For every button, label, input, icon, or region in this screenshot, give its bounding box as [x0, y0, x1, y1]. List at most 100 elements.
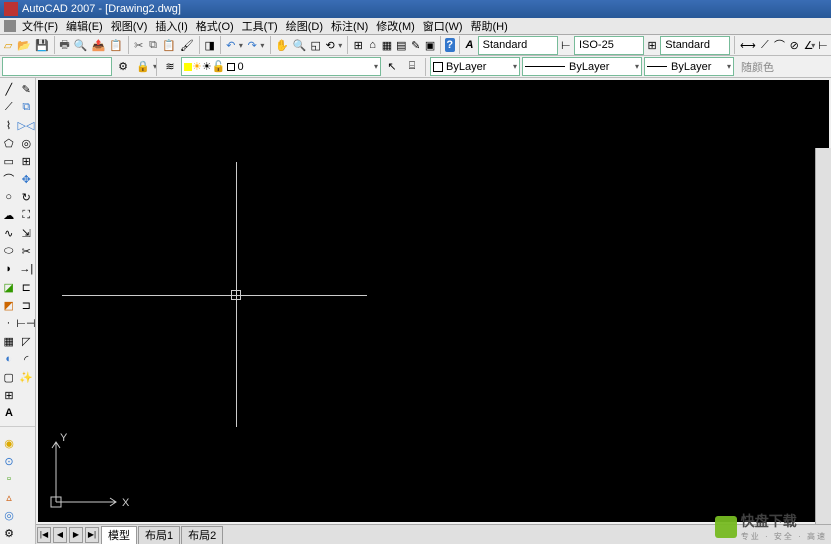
menu-insert[interactable]: 插入(I)	[155, 18, 187, 34]
print-preview-icon[interactable]: 🔍	[73, 36, 89, 54]
zoom-dropdown-icon[interactable]: ▾	[338, 41, 343, 50]
revision-cloud-icon[interactable]: ☁	[1, 207, 17, 223]
menu-help[interactable]: 帮助(H)	[471, 18, 508, 34]
offset-icon[interactable]: ◎	[19, 135, 35, 151]
rotate-icon[interactable]: ↻	[19, 189, 35, 205]
rectangle-icon[interactable]: ▭	[1, 153, 17, 169]
temp-track-icon[interactable]: ◉	[1, 435, 17, 451]
designcenter-icon[interactable]: ⌂	[366, 36, 378, 54]
move-icon[interactable]: ✥	[19, 171, 35, 187]
tool-palette-icon[interactable]: ▦	[381, 36, 393, 54]
dropdown-icon[interactable]: ▾	[727, 62, 731, 71]
osnap-settings-icon[interactable]: ⚙	[1, 525, 17, 541]
menu-modify[interactable]: 修改(M)	[376, 18, 415, 34]
markup-icon[interactable]: ✎	[410, 36, 422, 54]
layer-previous-icon[interactable]: ↖	[383, 58, 401, 76]
layer-combo[interactable]: ☀ ☀ 🔓 0 ▾	[181, 57, 381, 76]
lineweight-combo[interactable]: ByLayer ▾	[644, 57, 734, 76]
copy-icon[interactable]: ⧉	[147, 36, 159, 54]
erase-icon[interactable]: ✎	[19, 81, 35, 97]
bycolor-button[interactable]: 随颜色	[736, 58, 779, 76]
line-icon[interactable]: ╱	[1, 81, 17, 97]
undo-dropdown-icon[interactable]: ▾	[239, 41, 244, 50]
stretch-icon[interactable]: ⇲	[19, 225, 35, 241]
tab-prev-icon[interactable]: ◀	[53, 527, 67, 543]
menu-format[interactable]: 格式(O)	[196, 18, 234, 34]
dropdown-icon[interactable]: ▾	[374, 62, 378, 71]
osnap-endpoint-icon[interactable]: ▫	[1, 471, 17, 487]
trim-icon[interactable]: ✂	[19, 243, 35, 259]
ellipse-icon[interactable]: ⬭	[1, 243, 17, 259]
hatch-icon[interactable]: ▦	[1, 333, 17, 349]
layer-states-icon[interactable]: ⌸	[403, 58, 421, 76]
vertical-scrollbar[interactable]	[815, 148, 831, 524]
tab-model[interactable]: 模型	[101, 526, 137, 544]
break-icon[interactable]: ⊐	[19, 297, 35, 313]
linetype-combo[interactable]: ByLayer ▾	[522, 57, 642, 76]
tab-layout1[interactable]: 布局1	[138, 526, 180, 544]
chamfer-icon[interactable]: ◸	[19, 333, 35, 349]
menu-dimension[interactable]: 标注(N)	[331, 18, 368, 34]
dim-arc-icon[interactable]: ⌒	[773, 36, 786, 54]
menu-window[interactable]: 窗口(W)	[423, 18, 463, 34]
table-style-icon[interactable]: ⊞	[646, 36, 658, 54]
print-icon[interactable]: 🖶	[58, 36, 70, 54]
copy-object-icon[interactable]: ⧉	[19, 99, 35, 115]
dim-angular-icon[interactable]: ∠	[802, 36, 814, 54]
tab-layout2[interactable]: 布局2	[181, 526, 223, 544]
menu-tools[interactable]: 工具(T)	[242, 18, 278, 34]
tab-first-icon[interactable]: |◀	[37, 527, 51, 543]
open-icon[interactable]: 📂	[16, 36, 32, 54]
dim-continue-icon[interactable]: ⊢	[817, 36, 829, 54]
workspace-settings-icon[interactable]: ⚙	[114, 58, 132, 76]
cut-icon[interactable]: ✂	[133, 36, 145, 54]
array-icon[interactable]: ⊞	[19, 153, 35, 169]
menu-view[interactable]: 视图(V)	[111, 18, 148, 34]
dropdown-icon[interactable]: ▾	[513, 62, 517, 71]
dim-radius-icon[interactable]: ⊘	[788, 36, 800, 54]
workspace-combo[interactable]: ▾	[2, 57, 112, 76]
make-block-icon[interactable]: ◩	[1, 297, 17, 313]
dim-style-icon[interactable]: ⊢	[560, 36, 572, 54]
table-icon[interactable]: ⊞	[1, 387, 17, 403]
snap-from-icon[interactable]: ⊙	[1, 453, 17, 469]
fillet-icon[interactable]: ◜	[19, 351, 35, 367]
redo-icon[interactable]: ↷	[246, 36, 258, 54]
dim-style-combo[interactable]: ▾	[574, 36, 644, 55]
join-icon[interactable]: ⊢⊣	[18, 315, 34, 331]
table-style-combo[interactable]: ▾	[660, 36, 730, 55]
break-at-point-icon[interactable]: ⊏	[19, 279, 35, 295]
menu-edit[interactable]: 编辑(E)	[66, 18, 103, 34]
point-icon[interactable]: ·	[1, 315, 16, 331]
osnap-midpoint-icon[interactable]: ▵	[1, 489, 17, 505]
menu-file[interactable]: 文件(F)	[22, 18, 58, 34]
dim-linear-icon[interactable]: ⟷	[739, 36, 757, 54]
properties-icon[interactable]: ⊞	[352, 36, 364, 54]
extend-icon[interactable]: →|	[19, 261, 35, 277]
help-icon[interactable]: ?	[445, 38, 455, 52]
publish-icon[interactable]: 📤	[90, 36, 106, 54]
match-props-icon[interactable]: 🖌	[179, 36, 195, 54]
zoom-previous-icon[interactable]: ⟲	[324, 36, 336, 54]
block-editor-icon[interactable]: ◨	[203, 36, 215, 54]
calc-icon[interactable]: ▣	[424, 36, 436, 54]
color-combo[interactable]: ByLayer ▾	[430, 57, 520, 76]
mtext-icon[interactable]: A	[1, 405, 17, 421]
tab-last-icon[interactable]: ▶|	[85, 527, 99, 543]
spline-icon[interactable]: ∿	[1, 225, 17, 241]
insert-block-icon[interactable]: ◪	[1, 279, 17, 295]
osnap-center-icon[interactable]: ◎	[1, 507, 17, 523]
tab-next-icon[interactable]: ▶	[69, 527, 83, 543]
sheet-set-icon[interactable]: ▤	[395, 36, 407, 54]
arc-icon[interactable]: ⌒	[1, 171, 17, 187]
circle-icon[interactable]: ○	[1, 189, 17, 205]
lock-ui-icon[interactable]: 🔒	[134, 58, 152, 76]
pan-icon[interactable]: ✋	[274, 36, 290, 54]
construction-line-icon[interactable]: ⟋	[1, 99, 17, 115]
redo-dropdown-icon[interactable]: ▾	[260, 41, 265, 50]
undo-icon[interactable]: ↶	[225, 36, 237, 54]
zoom-window-icon[interactable]: ◱	[310, 36, 322, 54]
gradient-icon[interactable]: ◐	[1, 351, 17, 367]
save-icon[interactable]: 💾	[34, 36, 50, 54]
region-icon[interactable]: ▢	[1, 369, 17, 385]
